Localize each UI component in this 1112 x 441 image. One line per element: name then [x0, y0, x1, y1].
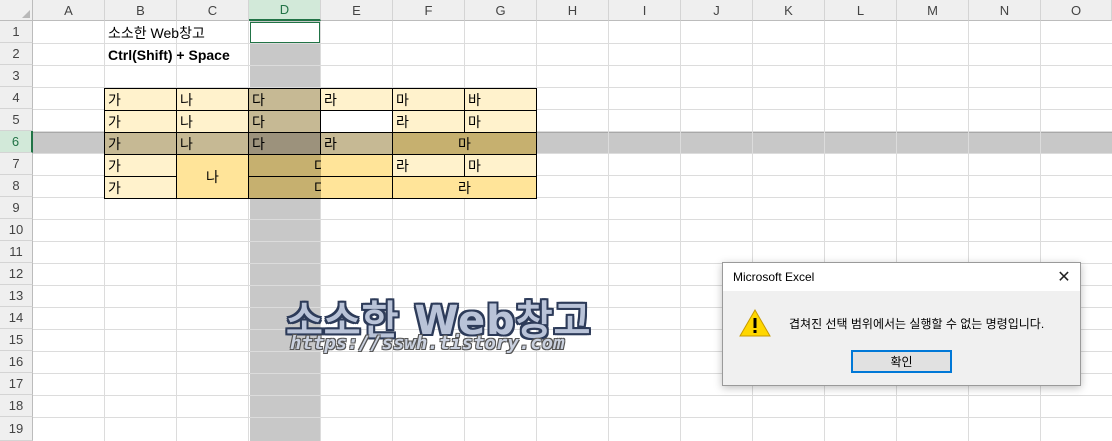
warning-icon — [739, 308, 771, 337]
column-header-e[interactable]: E — [321, 0, 393, 21]
cell-d6[interactable]: 다 — [248, 132, 321, 155]
cell-f6-merged[interactable]: 마 — [392, 132, 537, 155]
ok-button[interactable]: 확인 — [851, 350, 952, 373]
cell-d5[interactable]: 다 — [248, 110, 321, 133]
cell-e5[interactable] — [320, 110, 393, 133]
cell-g7[interactable]: 마 — [464, 154, 537, 177]
cell-b6[interactable]: 가 — [104, 132, 177, 155]
cell-d4[interactable]: 다 — [248, 88, 321, 111]
cell-b1[interactable]: 소소한 Web창고 — [105, 22, 255, 43]
cell-e7-fill — [321, 155, 392, 176]
cell-f8-merged[interactable]: 라 — [392, 176, 537, 199]
cell-b2[interactable]: Ctrl(Shift) + Space — [105, 44, 255, 65]
select-all-corner[interactable] — [0, 0, 33, 21]
gridline — [33, 219, 1112, 220]
row-header-16[interactable]: 16 — [0, 351, 33, 373]
gridline — [33, 241, 1112, 242]
cell-c6[interactable]: 나 — [176, 132, 249, 155]
row-header-9[interactable]: 9 — [0, 197, 33, 219]
cell-e8-fill — [321, 177, 392, 198]
cell-b7[interactable]: 가 — [104, 154, 177, 177]
dialog-body: 겹쳐진 선택 범위에서는 실행할 수 없는 명령입니다. 확인 — [723, 291, 1080, 385]
row-header-8[interactable]: 8 — [0, 175, 33, 197]
cell-c5[interactable]: 나 — [176, 110, 249, 133]
column-header-i[interactable]: I — [609, 0, 681, 21]
dialog-title: Microsoft Excel — [733, 270, 815, 284]
column-header-n[interactable]: N — [969, 0, 1041, 21]
gridline — [33, 395, 1112, 396]
row-header-5[interactable]: 5 — [0, 109, 33, 131]
cell-b4[interactable]: 가 — [104, 88, 177, 111]
cell-c4[interactable]: 나 — [176, 88, 249, 111]
column-header-d[interactable]: D — [249, 0, 321, 21]
gridline — [176, 21, 177, 441]
column-header-m[interactable]: M — [897, 0, 969, 21]
close-icon[interactable]: ✕ — [1048, 263, 1080, 291]
gridline — [320, 21, 321, 441]
row-header-17[interactable]: 17 — [0, 373, 33, 395]
gridline — [464, 21, 465, 441]
row-header-6[interactable]: 6 — [0, 131, 33, 153]
cell-g5[interactable]: 마 — [464, 110, 537, 133]
gridline — [680, 21, 681, 441]
cell-f5[interactable]: 라 — [392, 110, 465, 133]
row-header-1[interactable]: 1 — [0, 21, 33, 43]
row-header-7[interactable]: 7 — [0, 153, 33, 175]
gridline — [33, 417, 1112, 418]
gridline — [104, 21, 105, 441]
gridline — [536, 21, 537, 441]
gridline — [248, 21, 249, 441]
column-header-j[interactable]: J — [681, 0, 753, 21]
column-header-o[interactable]: O — [1041, 0, 1112, 21]
gridline — [608, 21, 609, 441]
dialog-message: 겹쳐진 선택 범위에서는 실행할 수 없는 명령입니다. — [789, 317, 1045, 331]
cell-c7-merged[interactable]: 나 — [176, 154, 249, 199]
row-header-19[interactable]: 19 — [0, 417, 33, 441]
row-header-10[interactable]: 10 — [0, 219, 33, 241]
column-header-h[interactable]: H — [537, 0, 609, 21]
column-header-c[interactable]: C — [177, 0, 249, 21]
cell-e6[interactable]: 라 — [320, 132, 393, 155]
cell-b8[interactable]: 가 — [104, 176, 177, 199]
column-header-f[interactable]: F — [393, 0, 465, 21]
row-header-18[interactable]: 18 — [0, 395, 33, 417]
cell-f4[interactable]: 마 — [392, 88, 465, 111]
column-header-b[interactable]: B — [105, 0, 177, 21]
row-header-14[interactable]: 14 — [0, 307, 33, 329]
column-header-l[interactable]: L — [825, 0, 897, 21]
row-header-2[interactable]: 2 — [0, 43, 33, 65]
cell-f7[interactable]: 라 — [392, 154, 465, 177]
cell-e4[interactable]: 라 — [320, 88, 393, 111]
selected-column-d-highlight — [250, 21, 320, 441]
row-header-12[interactable]: 12 — [0, 263, 33, 285]
row-header-11[interactable]: 11 — [0, 241, 33, 263]
cell-g4[interactable]: 바 — [464, 88, 537, 111]
column-header-k[interactable]: K — [753, 0, 825, 21]
column-header-g[interactable]: G — [465, 0, 537, 21]
column-header-a[interactable]: A — [33, 0, 105, 21]
error-dialog: Microsoft Excel ✕ 겹쳐진 선택 범위에서는 실행할 수 없는 … — [722, 262, 1081, 386]
watermark-url: https://sswh.tistory.com — [290, 332, 565, 354]
gridline — [392, 21, 393, 441]
row-header-15[interactable]: 15 — [0, 329, 33, 351]
row-header-3[interactable]: 3 — [0, 65, 33, 87]
row-header-13[interactable]: 13 — [0, 285, 33, 307]
row-header-4[interactable]: 4 — [0, 87, 33, 109]
active-cell-d1[interactable] — [250, 22, 320, 43]
cell-b5[interactable]: 가 — [104, 110, 177, 133]
gridline — [33, 65, 1112, 66]
